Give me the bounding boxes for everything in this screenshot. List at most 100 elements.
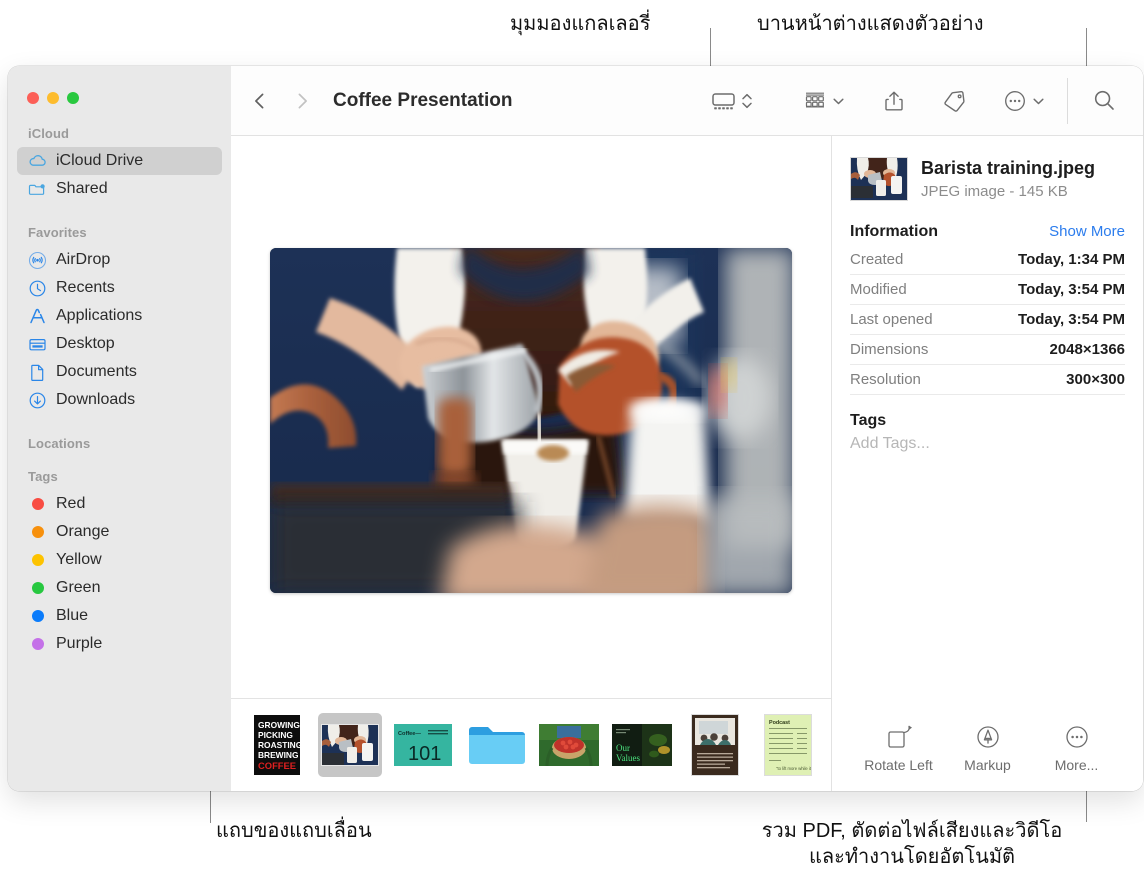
callout-gallery-view-label: มุมมองแกลเลอรี่ bbox=[510, 13, 651, 35]
share-icon bbox=[883, 89, 905, 113]
more-button[interactable]: More... bbox=[1032, 724, 1121, 773]
rotate-left-icon bbox=[885, 724, 913, 750]
search-icon bbox=[1092, 88, 1117, 113]
file-title-block: Barista training.jpeg JPEG image - 145 K… bbox=[921, 157, 1095, 201]
cloud-icon bbox=[28, 152, 47, 171]
sidebar-item-documents[interactable]: Documents bbox=[17, 358, 222, 386]
tag-button[interactable] bbox=[929, 66, 979, 135]
downloads-icon bbox=[28, 391, 47, 410]
info-row-dimensions: Dimensions 2048×1366 bbox=[850, 335, 1125, 365]
sidebar-section-header-locations: Locations bbox=[28, 436, 91, 451]
sidebar-item-tag-yellow[interactable]: Yellow bbox=[17, 546, 222, 574]
forward-button[interactable] bbox=[291, 90, 313, 112]
svg-text:Podcast: Podcast bbox=[769, 720, 790, 726]
svg-text:Coffee—: Coffee— bbox=[398, 731, 421, 737]
filmstrip-item-cherries-basket[interactable] bbox=[537, 713, 601, 777]
markup-button[interactable]: Markup bbox=[943, 724, 1032, 773]
sidebar-item-label: Documents bbox=[56, 363, 137, 380]
svg-text:GROWING: GROWING bbox=[258, 720, 300, 730]
sidebar-item-downloads[interactable]: Downloads bbox=[17, 386, 222, 414]
markup-icon bbox=[975, 724, 1001, 750]
show-more-link[interactable]: Show More bbox=[1049, 223, 1125, 240]
filmstrip-item-folder[interactable] bbox=[464, 713, 528, 777]
sidebar-item-label: Desktop bbox=[56, 335, 115, 352]
sidebar-item-tag-red[interactable]: Red bbox=[17, 490, 222, 518]
minimize-button[interactable] bbox=[47, 92, 59, 104]
add-tags-field[interactable]: Add Tags... bbox=[850, 432, 1125, 453]
sidebar-item-label: Red bbox=[56, 495, 86, 512]
group-items-button[interactable] bbox=[791, 66, 857, 135]
document-icon bbox=[28, 363, 47, 382]
info-key: Last opened bbox=[850, 311, 933, 328]
sidebar-item-tag-blue[interactable]: Blue bbox=[17, 602, 222, 630]
tags-title: Tags bbox=[850, 412, 887, 429]
finder-window: iCloud iCloud Drive Shared Favorites Air… bbox=[8, 66, 1143, 791]
sidebar-item-desktop[interactable]: Desktop bbox=[17, 330, 222, 358]
toolbar-actions bbox=[699, 66, 1143, 135]
svg-text:Our: Our bbox=[616, 743, 630, 753]
ellipsis-circle-icon bbox=[1003, 89, 1027, 113]
svg-text:BREWING: BREWING bbox=[258, 750, 298, 760]
filmstrip-item-coffee-101[interactable]: Coffee— 101 bbox=[391, 713, 455, 777]
sidebar-item-label: Shared bbox=[56, 180, 108, 197]
info-value: 2048×1366 bbox=[1049, 341, 1126, 358]
rotate-left-button[interactable]: Rotate Left bbox=[854, 724, 943, 773]
clock-icon bbox=[28, 279, 47, 298]
sidebar-item-label: Blue bbox=[56, 607, 89, 624]
svg-text:Values: Values bbox=[616, 753, 640, 763]
preview-pane: Barista training.jpeg JPEG image - 145 K… bbox=[831, 136, 1143, 791]
sidebar-item-label: Orange bbox=[56, 523, 110, 540]
window-controls bbox=[8, 66, 231, 104]
sidebar-item-tag-green[interactable]: Green bbox=[17, 574, 222, 602]
share-button[interactable] bbox=[871, 66, 917, 135]
main-column: Coffee Presentation GROWING PICKING ROAS… bbox=[231, 66, 1143, 791]
sidebar-item-label: Recents bbox=[56, 279, 115, 296]
filmstrip-item-spreadsheet[interactable]: Podcast "to lift more while it bbox=[756, 713, 820, 777]
view-mode-button[interactable] bbox=[699, 66, 765, 135]
sidebar-item-label: Yellow bbox=[56, 551, 102, 568]
zoom-button[interactable] bbox=[67, 92, 79, 104]
tag-icon bbox=[941, 89, 967, 113]
desktop-icon bbox=[28, 335, 47, 354]
back-button[interactable] bbox=[249, 90, 271, 112]
filmstrip-item-meeting-document[interactable] bbox=[683, 713, 747, 777]
info-row-modified: Modified Today, 3:54 PM bbox=[850, 275, 1125, 305]
filmstrip-item-barista-training[interactable] bbox=[318, 713, 382, 777]
sidebar-item-tag-orange[interactable]: Orange bbox=[17, 518, 222, 546]
tag-dot-icon bbox=[28, 495, 47, 514]
airdrop-icon bbox=[28, 251, 47, 270]
gallery-preview-stage bbox=[231, 136, 831, 698]
svg-text:COFFEE: COFFEE bbox=[258, 760, 296, 771]
information-section-header: Information Show More bbox=[850, 223, 1125, 241]
sidebar-item-applications[interactable]: Applications bbox=[17, 302, 222, 330]
close-button[interactable] bbox=[27, 92, 39, 104]
tag-dot-icon bbox=[28, 551, 47, 570]
sidebar-item-label: Applications bbox=[56, 307, 143, 324]
sidebar-item-label: Green bbox=[56, 579, 101, 596]
sidebar-item-icloud-drive[interactable]: iCloud Drive bbox=[17, 147, 222, 175]
tag-dot-icon bbox=[28, 523, 47, 542]
hero-preview-image[interactable] bbox=[270, 247, 792, 593]
info-key: Modified bbox=[850, 281, 907, 298]
svg-text:ROASTING: ROASTING bbox=[258, 740, 300, 750]
action-label: Markup bbox=[964, 757, 1011, 773]
sidebar-item-label: Purple bbox=[56, 635, 103, 652]
filmstrip[interactable]: GROWING PICKING ROASTING BREWING COFFEE bbox=[231, 698, 831, 791]
sidebar-section-header-icloud: iCloud bbox=[28, 126, 70, 141]
chevron-down-icon bbox=[832, 90, 845, 112]
more-actions-button[interactable] bbox=[991, 66, 1057, 135]
ellipsis-circle-icon bbox=[1064, 724, 1090, 750]
sidebar-item-airdrop[interactable]: AirDrop bbox=[17, 246, 222, 274]
info-row-resolution: Resolution 300×300 bbox=[850, 365, 1125, 395]
filmstrip-item-our-values[interactable]: Our Values bbox=[610, 713, 674, 777]
search-button[interactable] bbox=[1072, 66, 1143, 135]
sidebar-item-shared[interactable]: Shared bbox=[17, 175, 222, 203]
info-value: Today, 3:54 PM bbox=[1018, 281, 1125, 298]
sidebar-item-tag-purple[interactable]: Purple bbox=[17, 630, 222, 658]
filmstrip-item-coffee-poster[interactable]: GROWING PICKING ROASTING BREWING COFFEE bbox=[245, 713, 309, 777]
sidebar-item-label: iCloud Drive bbox=[56, 152, 144, 169]
tag-dot-icon bbox=[28, 579, 47, 598]
sidebar-item-recents[interactable]: Recents bbox=[17, 274, 222, 302]
group-items-icon bbox=[803, 90, 827, 112]
applications-icon bbox=[28, 307, 47, 326]
